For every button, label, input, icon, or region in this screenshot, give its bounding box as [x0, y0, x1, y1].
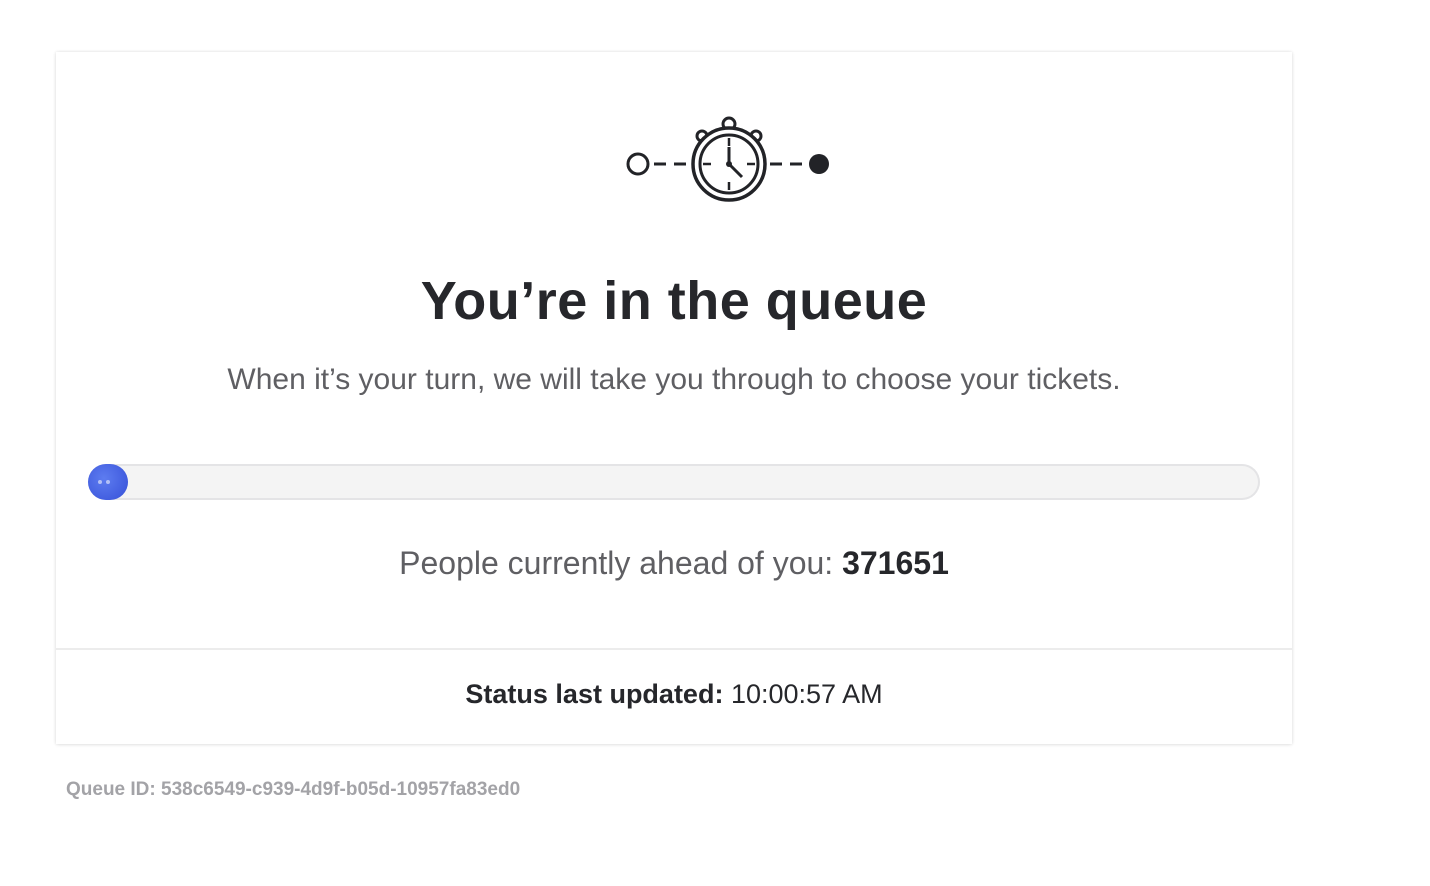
people-ahead-label: People currently ahead of you: — [399, 545, 834, 581]
progress-indicator-dots — [98, 480, 118, 484]
queue-progress-bar — [88, 464, 1260, 500]
queue-card: You’re in the queue When it’s your turn,… — [56, 52, 1292, 744]
status-line: Status last updated: 10:00:57 AM — [56, 676, 1292, 712]
status-label: Status last updated: — [465, 679, 724, 709]
queue-id: Queue ID: 538c6549-c939-4d9f-b05d-10957f… — [66, 779, 521, 800]
page-title: You’re in the queue — [420, 271, 928, 331]
page-subtitle: When it’s your turn, we will take you th… — [227, 363, 1121, 396]
people-ahead-text: People currently ahead of you: 371651 — [56, 542, 1292, 584]
queue-stopwatch-icon — [622, 114, 834, 206]
queue-progress-fill — [88, 464, 128, 500]
card-divider — [56, 648, 1292, 650]
status-time: 10:00:57 AM — [730, 679, 883, 709]
people-ahead-count: 371651 — [842, 545, 949, 581]
